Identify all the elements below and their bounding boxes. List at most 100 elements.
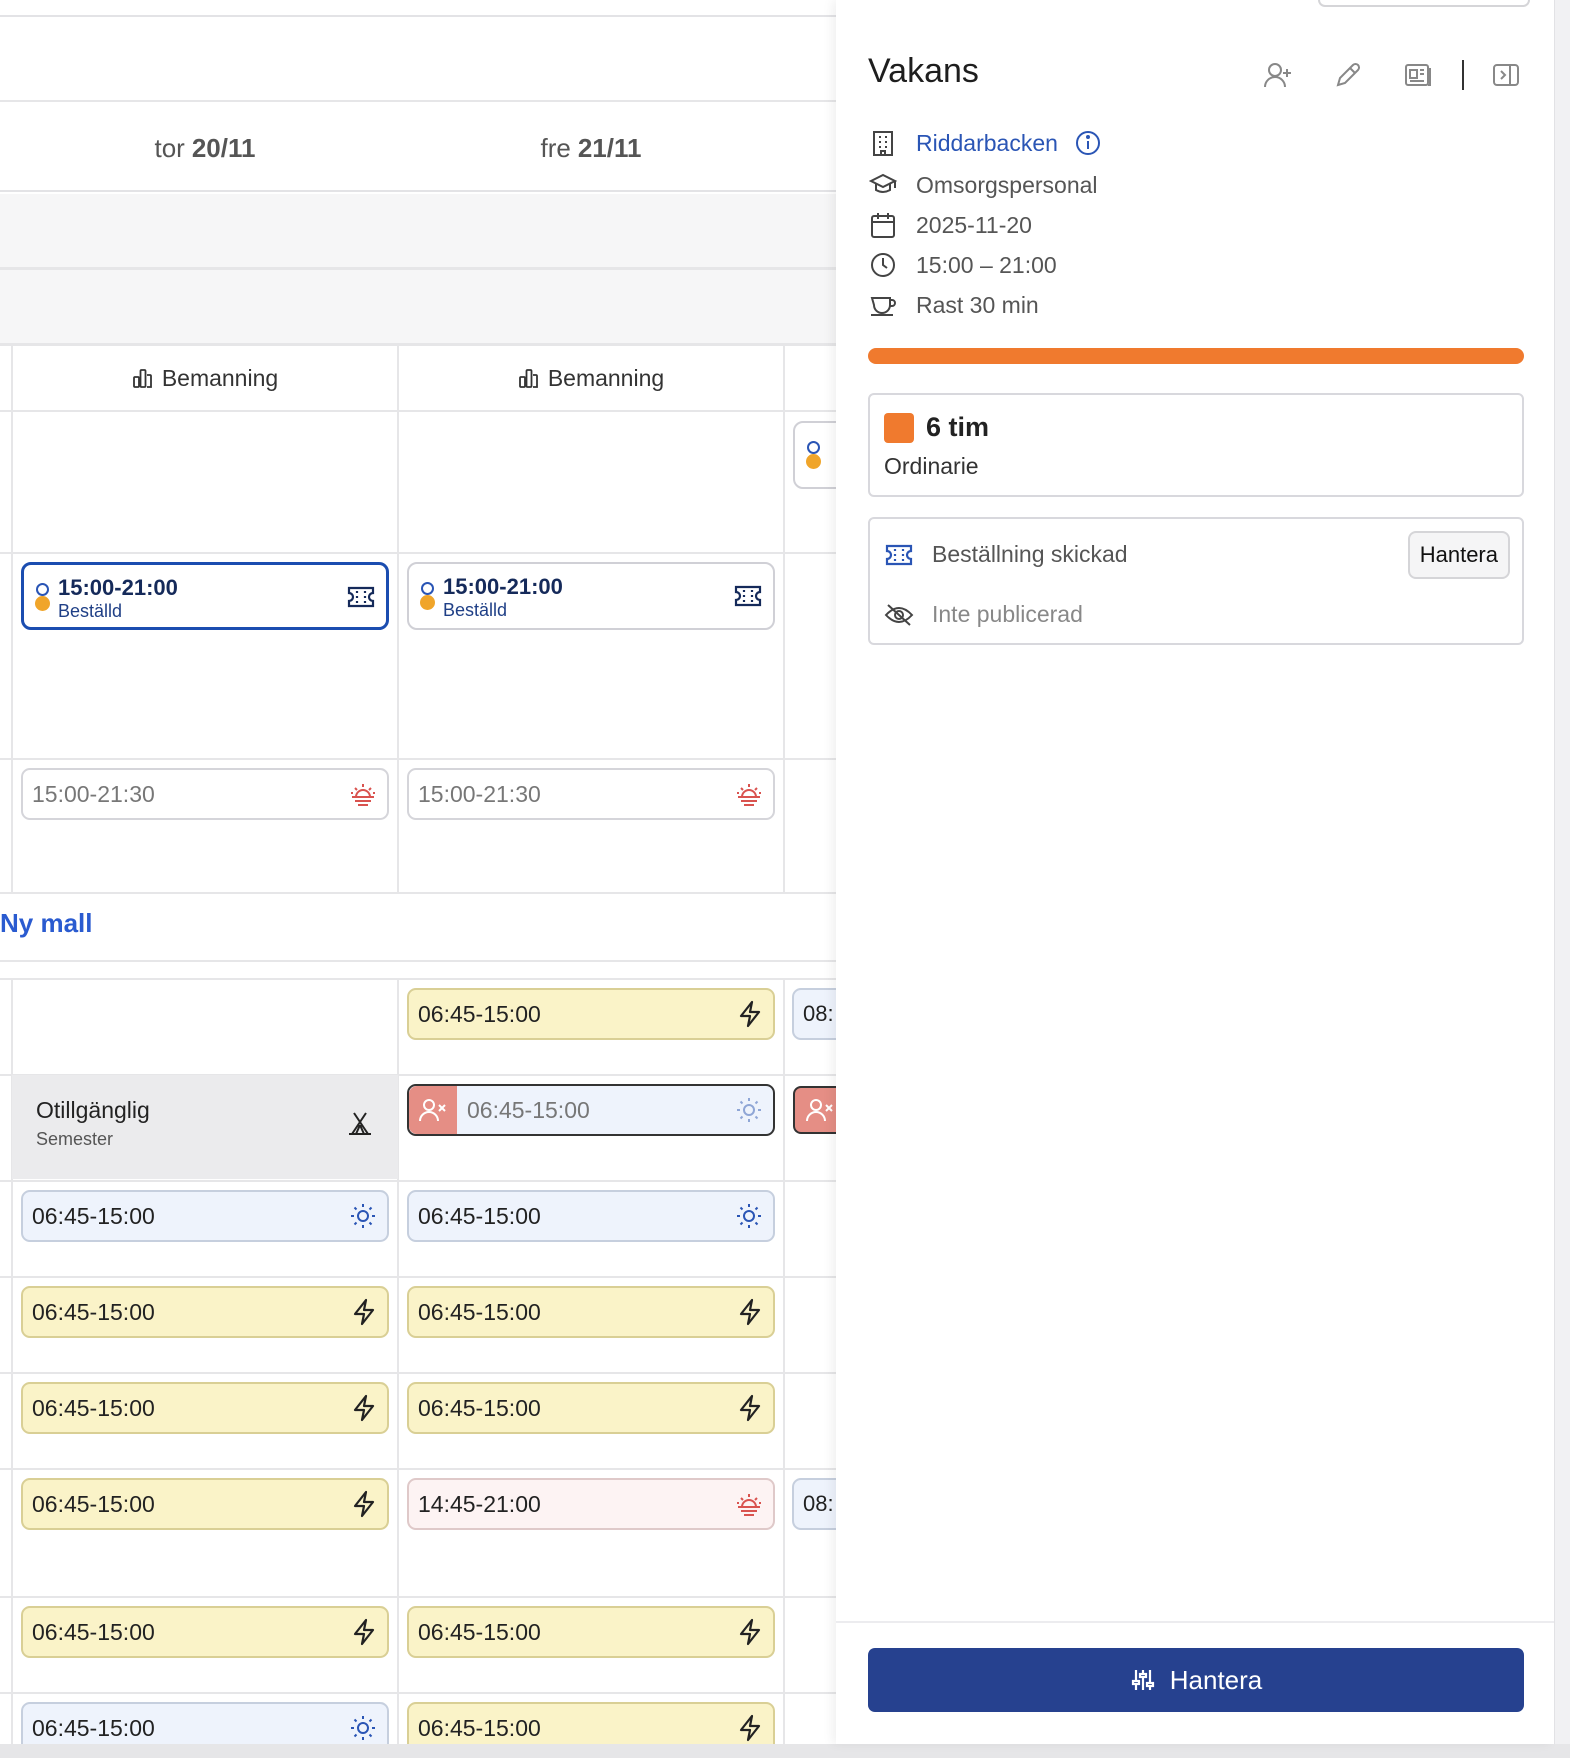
scrollbar[interactable] [1554,0,1570,1744]
staffing-icon [132,369,152,388]
eye-off-icon [884,602,916,628]
shift-card[interactable]: 06:45-15:00 [407,1382,775,1434]
calendar-icon [868,210,898,240]
shift-card-cut[interactable]: 08: [792,1478,836,1530]
building-icon [868,128,898,158]
day-weekday: fre [540,132,571,163]
role-text: Omsorgspersonal [916,171,1098,198]
absent-person-icon[interactable] [793,1086,836,1134]
lightning-icon [737,1000,763,1028]
clock-icon [868,250,898,280]
shift-card[interactable]: 06:45-15:00 [407,1702,775,1744]
status-dot [420,595,435,610]
time-text: 15:00 – 21:00 [916,251,1057,278]
shift-time: 06:45-15:00 [418,1714,541,1741]
collapse-panel-button[interactable] [1486,55,1526,95]
toolbar-edge [1318,0,1530,7]
shift-card[interactable]: 06:45-15:00 [407,988,775,1040]
info-icon[interactable] [1074,129,1102,157]
shift-time: 06:45-15:00 [418,1394,541,1421]
staffing-header-fri[interactable]: Bemanning [398,345,784,411]
day-date: 20/11 [191,132,256,163]
grey-band [0,194,836,270]
order-status: Beställd [443,600,508,620]
status-ring [421,582,434,595]
shift-card[interactable]: 06:45-15:00 [407,1190,775,1242]
new-template-link[interactable]: Ny mall [0,908,93,939]
unavailable-block[interactable]: Otillgänglig Semester [12,1075,398,1179]
day-header-fri[interactable]: fre 21/11 [398,102,784,194]
staffing-label: Bemanning [547,364,665,391]
shift-card[interactable]: 06:45-15:00 [21,1286,389,1338]
staffing-label: Bemanning [161,364,279,391]
manage-button-label: Hantera [1169,1664,1263,1695]
day-weekday: tor [154,132,185,163]
info-unit: Riddarbacken [868,128,1102,158]
order-card-cut[interactable] [793,421,836,489]
shift-time: 06:45-15:00 [418,1298,541,1325]
panel-collapse-icon [1493,64,1519,86]
grid-line [783,980,785,1744]
shift-time: 06:45-15:00 [32,1490,155,1517]
shift-card[interactable]: 06:45-15:00 [21,1190,389,1242]
add-person-icon [1264,63,1291,88]
shift-card-absent[interactable]: 06:45-15:00 [407,1084,775,1136]
shift-template-fri[interactable]: 15:00-21:30 [407,768,775,820]
shift-card[interactable]: 06:45-15:00 [21,1606,389,1658]
status-dot [35,596,50,611]
details-button[interactable] [1398,55,1438,95]
grid-line [0,892,836,894]
order-card-fri[interactable]: 15:00-21:00 Beställd [407,562,775,630]
lightning-icon [351,1490,377,1518]
sunset-icon [735,780,763,808]
ticket-icon [346,585,376,614]
shift-time: 15:00-21:30 [418,780,541,807]
order-card-thu[interactable]: 15:00-21:00 Beställd [21,562,389,630]
manage-order-button[interactable]: Hantera [1407,531,1510,579]
sliders-icon [1131,1670,1154,1690]
grid-line [0,758,836,760]
sunset-icon [349,780,377,808]
lightning-icon [737,1714,763,1742]
shift-time: 06:45-15:00 [32,1714,155,1741]
publish-status-text: Inte publicerad [932,601,1083,627]
shift-card[interactable]: 06:45-15:00 [407,1286,775,1338]
info-role: Omsorgspersonal [868,170,1098,200]
shift-card[interactable]: 06:45-15:00 [407,1606,775,1658]
shift-time: 06:45-15:00 [418,1202,541,1229]
ticket-icon [884,543,916,567]
edit-button[interactable] [1328,55,1368,95]
staffing-header-thu[interactable]: Bemanning [12,345,398,411]
shift-time: 08: [803,1001,834,1026]
shift-time: 06:45-15:00 [32,1394,155,1421]
shift-time: 06:45-15:00 [418,1000,541,1027]
day-header-thu[interactable]: tor 20/11 [12,102,398,194]
panel-title: Vakans [868,52,979,90]
grid-line [0,1692,836,1694]
absent-person-icon [409,1086,457,1134]
tent-icon [346,1109,374,1142]
grid-line [0,960,836,962]
grid-line [0,1180,836,1182]
shift-card[interactable]: 14:45-21:00 [407,1478,775,1530]
shift-card[interactable]: 06:45-15:00 [21,1382,389,1434]
lightning-icon [351,1394,377,1422]
lightning-icon [737,1618,763,1646]
vacancy-progress-bar [868,348,1524,364]
manage-button[interactable]: Hantera [868,1648,1524,1712]
separator [1462,60,1464,90]
shift-card[interactable]: 06:45-15:00 [21,1702,389,1744]
assign-person-button[interactable] [1258,55,1298,95]
shift-template-thu[interactable]: 15:00-21:30 [21,768,389,820]
status-ring [807,441,820,454]
break-text: Rast 30 min [916,291,1039,318]
day-date: 21/11 [577,132,642,163]
grey-band [0,270,836,346]
grid-line [0,1596,836,1598]
unit-link[interactable]: Riddarbacken [916,130,1058,157]
vacancy-panel: Vakans Riddarbacken Omsorgspersonal 2025… [836,0,1554,1744]
shift-time: 06:45-15:00 [32,1298,155,1325]
panel-actions [1228,55,1526,95]
shift-card[interactable]: 06:45-15:00 [21,1478,389,1530]
shift-card-cut[interactable]: 08: [792,988,836,1040]
